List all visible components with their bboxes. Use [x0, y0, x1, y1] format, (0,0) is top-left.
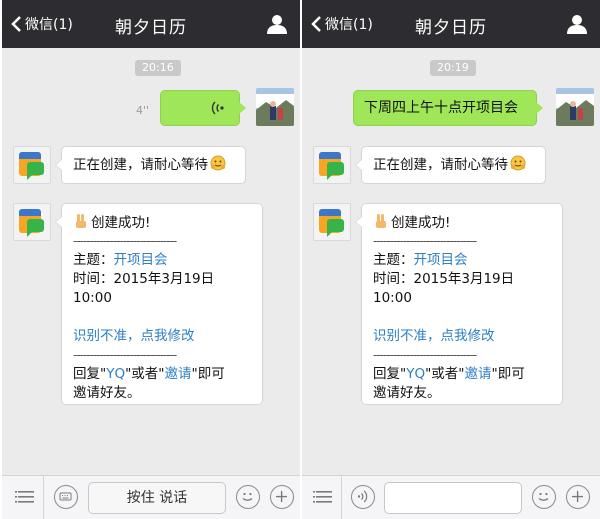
reply-hint-row: 回复"YQ"或者"邀请"即可	[73, 365, 262, 384]
reply-keyword-yq[interactable]: YQ	[106, 366, 125, 382]
voice-message-bubble[interactable]	[160, 90, 246, 126]
separator-line: -------------------------------	[73, 348, 177, 362]
chat-header: 微信(1) 朝夕日历	[2, 0, 300, 48]
voice-duration: 4''	[136, 104, 150, 117]
chat-panel-left: 微信(1) 朝夕日历 20:16 4'' 正在创建，请耐心等待 创建成功! --…	[2, 0, 300, 519]
time-label: 时间：	[73, 271, 114, 287]
reply-hint-prefix: 回复"	[373, 366, 407, 382]
topic-label: 主题：	[373, 252, 414, 268]
user-avatar-photo	[256, 88, 294, 126]
hugging-emoji-icon	[210, 155, 226, 171]
reply-hint-line2: 邀请好友。	[73, 385, 141, 401]
fix-recognition-link[interactable]: 识别不准，点我修改	[73, 327, 262, 346]
message-text-input[interactable]	[384, 482, 522, 514]
timestamp: 20:19	[430, 60, 476, 76]
reply-hint-suffix: "即可	[491, 366, 525, 382]
reply-hint-mid: "或者"	[425, 366, 465, 382]
bot-avatar[interactable]	[13, 203, 51, 241]
input-bar: 按住 说话	[2, 475, 300, 519]
fix-recognition-link[interactable]: 识别不准，点我修改	[373, 327, 562, 346]
menu-list-icon[interactable]	[312, 485, 336, 509]
separator-line: -------------------------------	[73, 234, 177, 248]
chat-header: 微信(1) 朝夕日历	[302, 0, 600, 48]
time-label: 时间：	[373, 271, 414, 287]
time-value: 2015年3月19日	[113, 271, 215, 287]
chat-title: 朝夕日历	[115, 18, 187, 38]
chat-title: 朝夕日历	[415, 18, 487, 38]
input-bar	[302, 475, 600, 519]
bot-avatar[interactable]	[313, 203, 351, 241]
time-value: 2015年3月19日	[413, 271, 515, 287]
person-icon[interactable]	[566, 14, 588, 34]
bot-avatar[interactable]	[313, 146, 351, 184]
bot-avatar[interactable]	[13, 146, 51, 184]
bot-message-creating[interactable]: 正在创建，请耐心等待	[55, 146, 246, 184]
voice-mode-icon[interactable]	[351, 485, 375, 509]
plus-icon[interactable]	[566, 485, 590, 509]
bot-message-success[interactable]: 创建成功! ------------------------------- 主题…	[55, 203, 263, 405]
user-avatar[interactable]	[256, 88, 294, 126]
time-value-2: 10:00	[73, 290, 112, 306]
time-value-2: 10:00	[373, 290, 412, 306]
timestamp: 20:16	[135, 60, 181, 76]
success-heading: 创建成功!	[91, 215, 151, 231]
time-row: 时间：2015年3月19日	[373, 270, 562, 289]
reply-keyword-invite[interactable]: 邀请	[165, 366, 192, 382]
menu-list-icon[interactable]	[14, 485, 38, 509]
reply-hint-prefix: 回复"	[73, 366, 107, 382]
voice-wave-icon	[211, 101, 224, 115]
user-message-text: 下周四上午十点开项目会	[364, 100, 518, 116]
success-heading: 创建成功!	[391, 215, 451, 231]
topic-row: 主题：开项目会	[73, 251, 262, 270]
user-avatar-photo	[556, 88, 594, 126]
time-row: 时间：2015年3月19日	[73, 270, 262, 289]
keyboard-icon[interactable]	[54, 485, 78, 509]
topic-label: 主题：	[73, 252, 114, 268]
plus-icon[interactable]	[270, 485, 294, 509]
bot-message-success[interactable]: 创建成功! ------------------------------- 主题…	[355, 203, 563, 405]
reply-keyword-invite[interactable]: 邀请	[465, 366, 492, 382]
bot-message-text: 正在创建，请耐心等待	[73, 157, 208, 173]
text-message-bubble[interactable]: 下周四上午十点开项目会	[353, 90, 543, 126]
reply-hint-line2: 邀请好友。	[373, 385, 441, 401]
bot-message-text: 正在创建，请耐心等待	[373, 157, 508, 173]
person-icon[interactable]	[266, 14, 288, 34]
separator-line: -------------------------------	[373, 348, 477, 362]
separator-line: -------------------------------	[373, 234, 477, 248]
topic-row: 主题：开项目会	[373, 251, 562, 270]
user-avatar[interactable]	[556, 88, 594, 126]
bot-message-creating[interactable]: 正在创建，请耐心等待	[355, 146, 546, 184]
topic-value[interactable]: 开项目会	[414, 252, 468, 268]
reply-hint-mid: "或者"	[125, 366, 165, 382]
victory-hand-emoji-icon	[76, 214, 86, 228]
reply-keyword-yq[interactable]: YQ	[406, 366, 425, 382]
success-heading-row: 创建成功!	[373, 213, 562, 232]
emoji-icon[interactable]	[532, 485, 556, 509]
hugging-emoji-icon	[510, 155, 526, 171]
success-heading-row: 创建成功!	[73, 213, 262, 232]
reply-hint-row: 回复"YQ"或者"邀请"即可	[373, 365, 562, 384]
emoji-icon[interactable]	[236, 485, 260, 509]
chat-panel-right: 微信(1) 朝夕日历 20:19 下周四上午十点开项目会 正在创建，请耐心等待	[302, 0, 600, 519]
hold-to-talk-button[interactable]: 按住 说话	[88, 482, 226, 514]
victory-hand-emoji-icon	[376, 214, 386, 228]
topic-value[interactable]: 开项目会	[114, 252, 168, 268]
reply-hint-suffix: "即可	[191, 366, 225, 382]
